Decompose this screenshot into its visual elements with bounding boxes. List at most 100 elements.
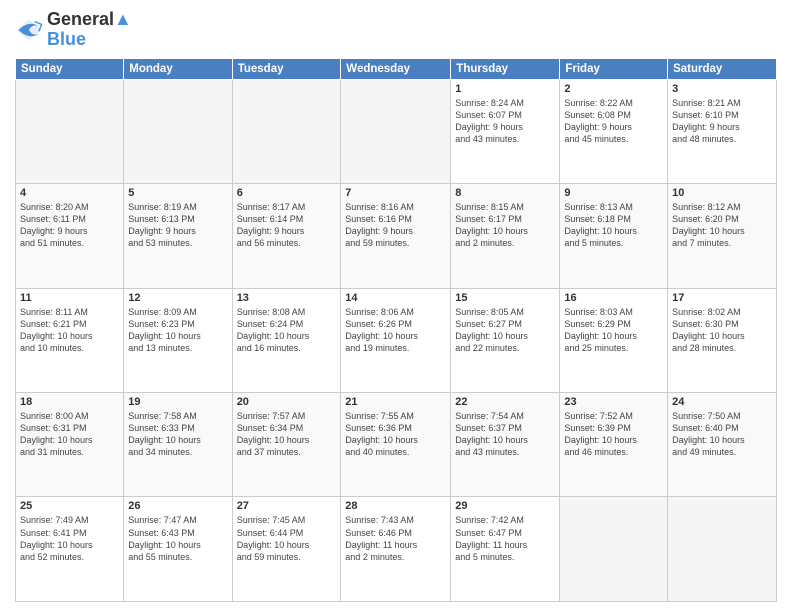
day-info: Sunrise: 8:15 AM Sunset: 6:17 PM Dayligh… [455,201,555,250]
calendar-day-cell: 29 Sunrise: 7:42 AM Sunset: 6:47 PM Dayli… [451,497,560,602]
day-info: Sunrise: 8:02 AM Sunset: 6:30 PM Dayligh… [672,306,772,355]
day-info: Sunrise: 8:12 AM Sunset: 6:20 PM Dayligh… [672,201,772,250]
day-info: Sunrise: 7:52 AM Sunset: 6:39 PM Dayligh… [564,410,663,459]
calendar-day-cell: 23 Sunrise: 7:52 AM Sunset: 6:39 PM Dayli… [560,393,668,497]
day-info: Sunrise: 8:00 AM Sunset: 6:31 PM Dayligh… [20,410,119,459]
calendar-day-header: Wednesday [341,58,451,79]
day-info: Sunrise: 7:42 AM Sunset: 6:47 PM Dayligh… [455,514,555,563]
calendar-day-cell [232,79,341,183]
day-number: 10 [672,187,772,199]
calendar-day-cell: 2 Sunrise: 8:22 AM Sunset: 6:08 PM Daylig… [560,79,668,183]
day-number: 27 [237,500,337,512]
day-number: 5 [128,187,227,199]
day-number: 16 [564,292,663,304]
day-info: Sunrise: 8:06 AM Sunset: 6:26 PM Dayligh… [345,306,446,355]
calendar-week-row: 25 Sunrise: 7:49 AM Sunset: 6:41 PM Dayli… [16,497,777,602]
calendar-day-cell [560,497,668,602]
day-info: Sunrise: 8:13 AM Sunset: 6:18 PM Dayligh… [564,201,663,250]
day-number: 26 [128,500,227,512]
day-number: 19 [128,396,227,408]
day-info: Sunrise: 8:19 AM Sunset: 6:13 PM Dayligh… [128,201,227,250]
day-number: 13 [237,292,337,304]
day-number: 15 [455,292,555,304]
day-info: Sunrise: 8:08 AM Sunset: 6:24 PM Dayligh… [237,306,337,355]
day-number: 2 [564,83,663,95]
calendar-day-header: Monday [124,58,232,79]
day-number: 9 [564,187,663,199]
day-info: Sunrise: 7:45 AM Sunset: 6:44 PM Dayligh… [237,514,337,563]
calendar-day-header: Thursday [451,58,560,79]
calendar-day-header: Tuesday [232,58,341,79]
calendar-day-cell [16,79,124,183]
calendar-day-cell: 14Sunrise: 8:06 AM Sunset: 6:26 PM Dayli… [341,288,451,392]
calendar-day-cell: 4 Sunrise: 8:20 AM Sunset: 6:11 PM Daylig… [16,184,124,288]
day-info: Sunrise: 8:22 AM Sunset: 6:08 PM Dayligh… [564,97,663,146]
calendar-day-header: Sunday [16,58,124,79]
day-info: Sunrise: 7:55 AM Sunset: 6:36 PM Dayligh… [345,410,446,459]
calendar-day-cell: 6 Sunrise: 8:17 AM Sunset: 6:14 PM Daylig… [232,184,341,288]
logo-icon [15,16,43,44]
calendar-day-cell: 22 Sunrise: 7:54 AM Sunset: 6:37 PM Dayli… [451,393,560,497]
header: General▲ Blue [15,10,777,50]
day-info: Sunrise: 8:03 AM Sunset: 6:29 PM Dayligh… [564,306,663,355]
day-number: 12 [128,292,227,304]
day-info: Sunrise: 7:49 AM Sunset: 6:41 PM Dayligh… [20,514,119,563]
calendar-day-header: Friday [560,58,668,79]
day-number: 7 [345,187,446,199]
calendar-day-cell [668,497,777,602]
calendar-day-header: Saturday [668,58,777,79]
calendar-week-row: 11 Sunrise: 8:11 AM Sunset: 6:21 PM Dayli… [16,288,777,392]
day-info: Sunrise: 7:50 AM Sunset: 6:40 PM Dayligh… [672,410,772,459]
calendar-day-cell: 21 Sunrise: 7:55 AM Sunset: 6:36 PM Dayli… [341,393,451,497]
day-number: 21 [345,396,446,408]
calendar-day-cell [124,79,232,183]
day-number: 23 [564,396,663,408]
day-number: 3 [672,83,772,95]
calendar-day-cell: 5 Sunrise: 8:19 AM Sunset: 6:13 PM Daylig… [124,184,232,288]
calendar-day-cell: 18 Sunrise: 8:00 AM Sunset: 6:31 PM Dayli… [16,393,124,497]
day-number: 29 [455,500,555,512]
calendar-day-cell: 15Sunrise: 8:05 AM Sunset: 6:27 PM Dayli… [451,288,560,392]
calendar-day-cell: 11 Sunrise: 8:11 AM Sunset: 6:21 PM Dayli… [16,288,124,392]
calendar-day-cell: 24 Sunrise: 7:50 AM Sunset: 6:40 PM Dayli… [668,393,777,497]
calendar-day-cell: 27 Sunrise: 7:45 AM Sunset: 6:44 PM Dayli… [232,497,341,602]
day-info: Sunrise: 7:57 AM Sunset: 6:34 PM Dayligh… [237,410,337,459]
day-number: 6 [237,187,337,199]
calendar-table: SundayMondayTuesdayWednesdayThursdayFrid… [15,58,777,602]
day-number: 4 [20,187,119,199]
day-number: 24 [672,396,772,408]
day-number: 11 [20,292,119,304]
day-number: 18 [20,396,119,408]
page: General▲ Blue SundayMondayTuesdayWednesd… [0,0,792,612]
day-info: Sunrise: 8:17 AM Sunset: 6:14 PM Dayligh… [237,201,337,250]
calendar-day-cell: 1 Sunrise: 8:24 AM Sunset: 6:07 PM Daylig… [451,79,560,183]
day-number: 25 [20,500,119,512]
calendar-day-cell: 17 Sunrise: 8:02 AM Sunset: 6:30 PM Dayli… [668,288,777,392]
calendar-header-row: SundayMondayTuesdayWednesdayThursdayFrid… [16,58,777,79]
day-number: 17 [672,292,772,304]
calendar-day-cell: 3Sunrise: 8:21 AM Sunset: 6:10 PM Daylig… [668,79,777,183]
calendar-day-cell [341,79,451,183]
day-info: Sunrise: 7:58 AM Sunset: 6:33 PM Dayligh… [128,410,227,459]
day-info: Sunrise: 8:20 AM Sunset: 6:11 PM Dayligh… [20,201,119,250]
calendar-day-cell: 8Sunrise: 8:15 AM Sunset: 6:17 PM Daylig… [451,184,560,288]
calendar-day-cell: 13 Sunrise: 8:08 AM Sunset: 6:24 PM Dayli… [232,288,341,392]
logo-text: General▲ Blue [47,10,132,50]
calendar-day-cell: 7Sunrise: 8:16 AM Sunset: 6:16 PM Daylig… [341,184,451,288]
logo: General▲ Blue [15,10,132,50]
day-number: 28 [345,500,446,512]
calendar-week-row: 1 Sunrise: 8:24 AM Sunset: 6:07 PM Daylig… [16,79,777,183]
calendar-week-row: 18 Sunrise: 8:00 AM Sunset: 6:31 PM Dayli… [16,393,777,497]
day-info: Sunrise: 8:24 AM Sunset: 6:07 PM Dayligh… [455,97,555,146]
day-info: Sunrise: 7:47 AM Sunset: 6:43 PM Dayligh… [128,514,227,563]
calendar-day-cell: 16 Sunrise: 8:03 AM Sunset: 6:29 PM Dayli… [560,288,668,392]
calendar-day-cell: 12 Sunrise: 8:09 AM Sunset: 6:23 PM Dayli… [124,288,232,392]
day-number: 22 [455,396,555,408]
day-info: Sunrise: 8:09 AM Sunset: 6:23 PM Dayligh… [128,306,227,355]
calendar-day-cell: 9 Sunrise: 8:13 AM Sunset: 6:18 PM Daylig… [560,184,668,288]
day-number: 20 [237,396,337,408]
day-info: Sunrise: 7:54 AM Sunset: 6:37 PM Dayligh… [455,410,555,459]
day-info: Sunrise: 8:11 AM Sunset: 6:21 PM Dayligh… [20,306,119,355]
calendar-day-cell: 10 Sunrise: 8:12 AM Sunset: 6:20 PM Dayli… [668,184,777,288]
day-number: 1 [455,83,555,95]
